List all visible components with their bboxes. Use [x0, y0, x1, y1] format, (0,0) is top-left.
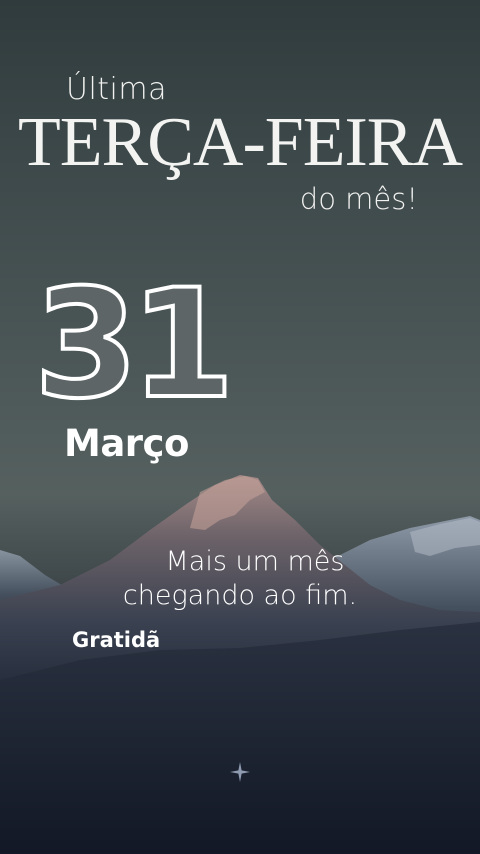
sparkle-icon: [230, 762, 250, 782]
heading-line-1: Última: [66, 72, 167, 107]
day-number: 31: [32, 258, 237, 432]
heading-line-3: do mês!: [299, 182, 418, 216]
story-card: Última TERÇA-FEIRA do mês! 31 Março Mais…: [0, 0, 480, 854]
month-name: Março: [64, 422, 189, 465]
message-line-1: Mais um mês: [165, 546, 345, 577]
gratitude-text: Gratidã: [72, 628, 161, 652]
message: Mais um mês chegando ao fim.: [0, 545, 480, 613]
heading-weekday: TERÇA-FEIRA: [18, 104, 463, 181]
message-line-2: chegando ao fim.: [122, 580, 358, 611]
